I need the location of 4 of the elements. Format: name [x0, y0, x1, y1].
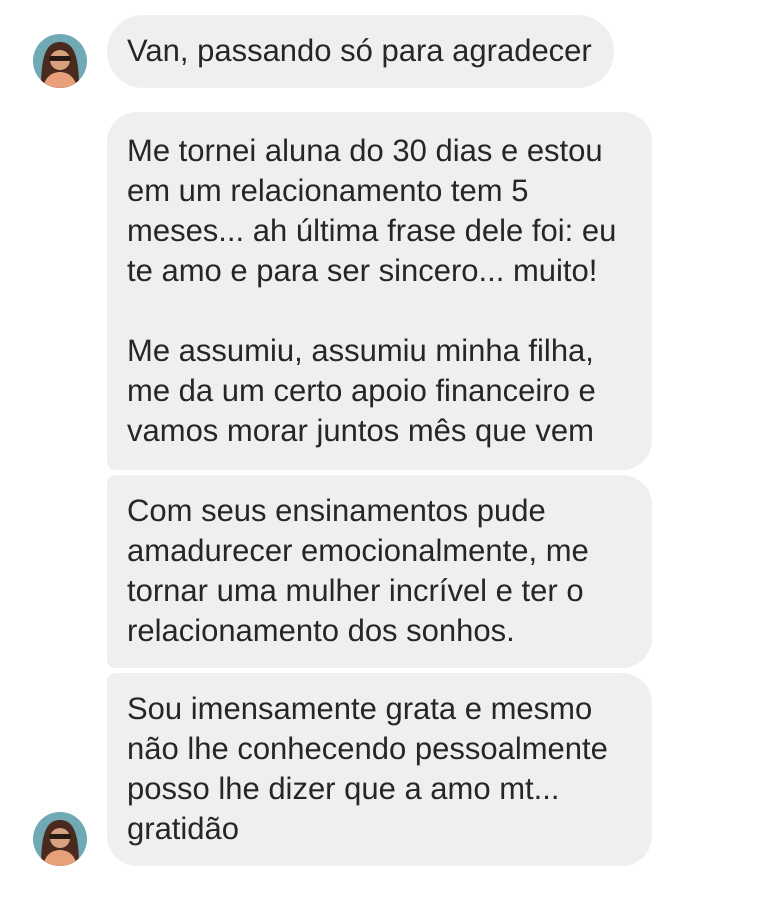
message-bubble: Me tornei aluna do 30 dias e estou em um relacionamento tem 5 meses... ah última frase dele foi: eu te amo e para ser sincero... muito! Me assumiu, assumiu minha filha, me da um certo apoio financeiro e vamos morar juntos mês que vem	[107, 112, 652, 470]
message-bubble: Sou imensamente grata e mesmo não lhe conhecendo pessoalmente posso lhe dizer que a amo mt... gratidão	[107, 673, 652, 866]
message-bubble: Com seus ensinamentos pude amadurecer emocionalmente, me tornar uma mulher incrível e ter o relacionamento dos sonhos.	[107, 475, 652, 668]
message-bubble: Van, passando só para agradecer	[107, 15, 614, 88]
